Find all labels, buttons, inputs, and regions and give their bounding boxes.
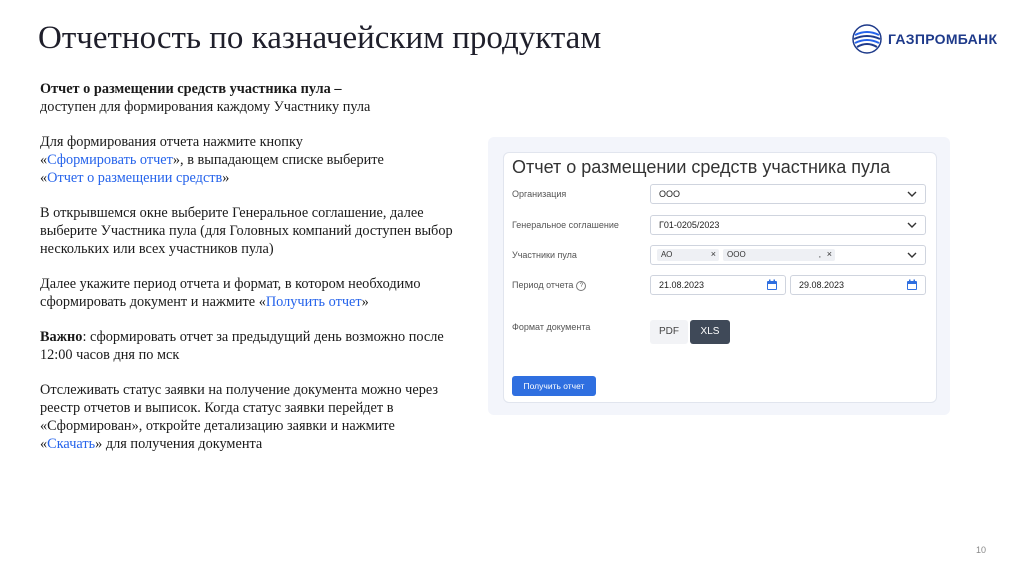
slide-title: Отчетность по казначейским продуктам	[38, 20, 602, 56]
report-form: Отчет о размещении средств участника пул…	[503, 152, 937, 403]
instruction-important: Важно: сформировать отчет за предыдущий …	[40, 328, 460, 364]
close-icon[interactable]: ×	[711, 249, 716, 259]
logo-text: ГАЗПРОМБАНК	[888, 31, 998, 47]
link-generate-report[interactable]: Сформировать отчет	[47, 152, 173, 168]
page-number: 10	[976, 545, 987, 555]
participant-tag-label: ООО	[727, 250, 746, 259]
agreement-select[interactable]: Г01-0205/2023	[650, 215, 926, 235]
important-label: Важно	[40, 329, 83, 345]
quote-close-3: »	[361, 294, 369, 310]
format-label: Формат документа	[512, 322, 591, 332]
date-from-input[interactable]: 21.08.2023	[650, 275, 786, 295]
calendar-icon[interactable]	[766, 279, 778, 291]
important-text: : сформировать отчет за предыдущий день …	[40, 329, 444, 363]
form-title: Отчет о размещении средств участника пул…	[512, 157, 891, 177]
participant-tag-suffix: ,	[818, 250, 821, 259]
quote-close-2: »	[222, 170, 230, 186]
calendar-icon[interactable]	[906, 279, 918, 291]
quote-open-3: «	[258, 294, 266, 310]
logo-globe-icon	[852, 24, 882, 54]
participants-multiselect[interactable]: АО × ООО , ×	[650, 245, 926, 265]
link-placement-report[interactable]: Отчет о размещении средств	[47, 170, 222, 186]
participant-tag: ООО , ×	[723, 249, 835, 261]
date-to-input[interactable]: 29.08.2023	[790, 275, 926, 295]
chevron-down-icon	[907, 191, 917, 197]
agreement-label: Генеральное соглашение	[512, 220, 619, 230]
period-label-text: Период отчета	[512, 280, 574, 290]
chevron-down-icon	[907, 252, 917, 258]
organization-select[interactable]: ООО	[650, 184, 926, 204]
report-name-bold: Отчет о размещении средств участника пул…	[40, 81, 342, 97]
instruction-intro: Отчет о размещении средств участника пул…	[40, 80, 460, 116]
step-generate-text-2: », в выпадающем списке выберите	[172, 152, 384, 168]
close-icon[interactable]: ×	[827, 249, 832, 259]
status-text-2: » для получения документа	[95, 436, 263, 452]
participant-tag: АО ×	[657, 249, 719, 261]
organization-label: Организация	[512, 189, 567, 199]
instruction-step-select: В открывшемся окне выберите Генеральное …	[40, 205, 453, 257]
instruction-step-period: Далее укажите период отчета и формат, в …	[40, 275, 460, 311]
link-get-report[interactable]: Получить отчет	[266, 294, 362, 310]
agreement-value: Г01-0205/2023	[659, 220, 720, 230]
instructions-panel: Отчет о размещении средств участника пул…	[40, 80, 460, 470]
help-icon[interactable]: ?	[576, 280, 587, 291]
instruction-status: Отслеживать статус заявки на получение д…	[40, 381, 460, 453]
organization-value: ООО	[659, 189, 681, 199]
chevron-down-icon	[907, 222, 917, 228]
gazprombank-logo: ГАЗПРОМБАНК	[852, 24, 997, 54]
format-pdf-button[interactable]: PDF	[650, 320, 688, 344]
get-report-button[interactable]: Получить отчет	[512, 376, 596, 396]
link-download[interactable]: Скачать	[47, 436, 95, 452]
participants-label: Участники пула	[512, 250, 577, 260]
period-label: Период отчета?	[512, 280, 587, 291]
participant-tag-label: АО	[661, 250, 673, 259]
date-to-value: 29.08.2023	[799, 280, 845, 290]
format-xls-button[interactable]: XLS	[690, 320, 730, 344]
instruction-step-generate: Для формирования отчета нажмите кнопку «…	[40, 133, 460, 187]
report-availability: доступен для формирования каждому Участн…	[40, 99, 371, 115]
step-generate-text: Для формирования отчета нажмите кнопку	[40, 134, 303, 150]
date-from-value: 21.08.2023	[659, 280, 705, 290]
